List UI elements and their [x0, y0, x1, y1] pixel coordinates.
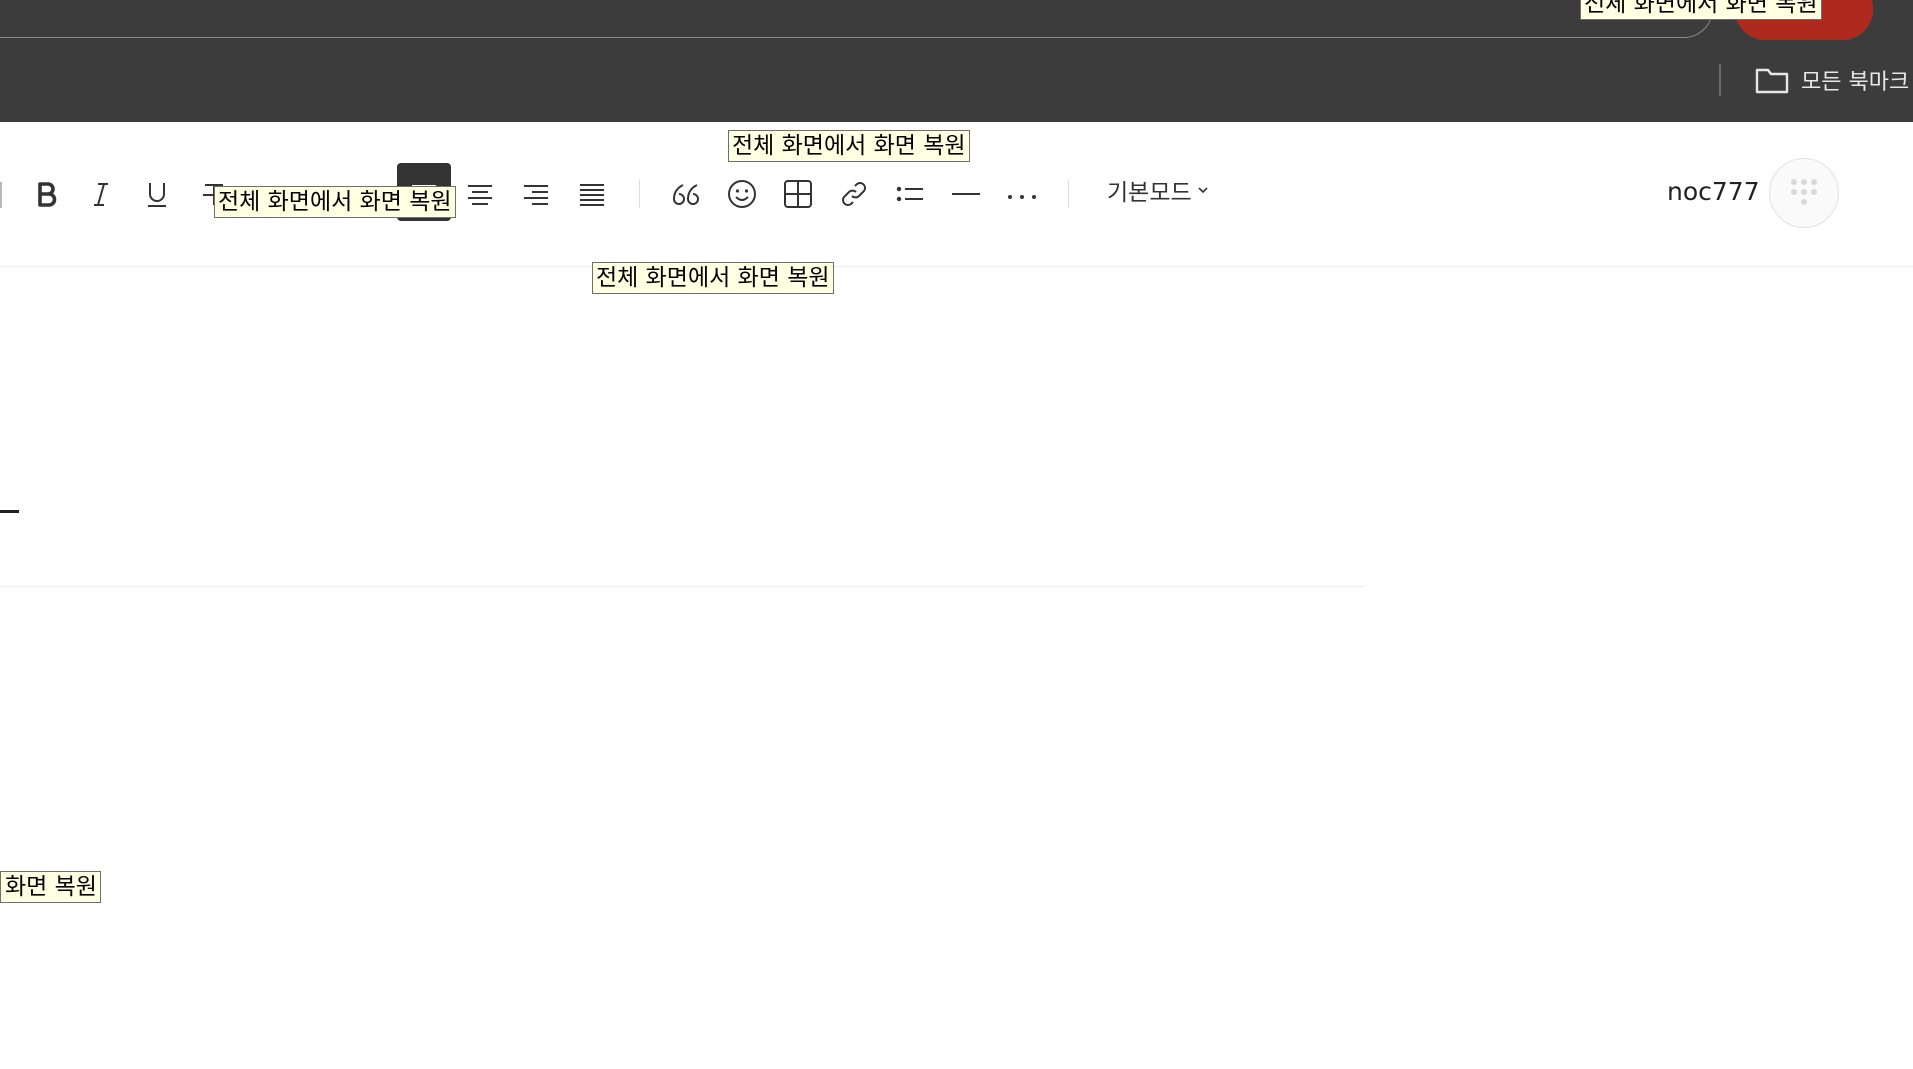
toolbar-divider: [0, 182, 2, 208]
toolbar-divider: [1068, 180, 1069, 208]
tooltip-exit-fullscreen: 전체 화면에서 화면 복원: [592, 262, 834, 294]
emoji-button[interactable]: [720, 172, 764, 216]
table-button[interactable]: [776, 172, 820, 216]
browser-window: 모든 북마크 기본모드 noc777 전체 화면에서 화면 복원 전체 화면에서…: [0, 0, 1913, 1069]
all-bookmarks-label: 모든 북마크: [1801, 70, 1910, 95]
title-divider: [0, 586, 1364, 587]
tooltip-exit-fullscreen-partial: 화면 복원: [0, 871, 101, 903]
table-icon: [784, 180, 812, 208]
text-cursor: [0, 510, 19, 513]
align-justify-button[interactable]: [570, 172, 614, 216]
address-bar[interactable]: [0, 0, 1713, 38]
link-button[interactable]: [832, 172, 876, 216]
horizontal-line-icon: [952, 193, 980, 195]
bold-icon: [38, 182, 57, 207]
align-center-icon: [468, 185, 492, 205]
avatar-placeholder-icon: [1791, 179, 1817, 205]
avatar[interactable]: [1769, 158, 1839, 228]
chevron-down-icon: [1198, 187, 1208, 194]
horizontal-rule-button[interactable]: [944, 172, 988, 216]
bold-button[interactable]: [24, 172, 68, 216]
quote-button[interactable]: [664, 172, 708, 216]
toolbar-divider: [639, 180, 640, 208]
editor-mode-label: 기본모드: [1107, 180, 1192, 206]
link-icon: [842, 182, 866, 206]
bookmarks-bar: [0, 41, 1913, 122]
italic-button[interactable]: [79, 172, 123, 216]
ellipsis-icon: [1008, 195, 1036, 199]
tooltip-exit-fullscreen: 전체 화면에서 화면 복원: [1580, 0, 1822, 20]
username: noc777: [1667, 177, 1760, 206]
quote-icon: [672, 184, 699, 205]
list-button[interactable]: [888, 172, 932, 216]
italic-icon: [94, 183, 108, 206]
underline-icon: [148, 183, 166, 207]
folder-icon: [1755, 68, 1789, 94]
more-button[interactable]: [1000, 172, 1044, 216]
align-right-button[interactable]: [514, 172, 558, 216]
all-bookmarks-folder[interactable]: 모든 북마크: [1755, 63, 1909, 97]
tooltip-exit-fullscreen: 전체 화면에서 화면 복원: [214, 186, 456, 218]
underline-button[interactable]: [135, 172, 179, 216]
tooltip-exit-fullscreen: 전체 화면에서 화면 복원: [728, 130, 970, 162]
bulleted-list-icon: [896, 186, 923, 202]
smiley-icon: [728, 180, 756, 208]
align-right-icon: [524, 185, 548, 205]
bookmarks-divider: [1719, 64, 1721, 96]
align-center-button[interactable]: [458, 172, 502, 216]
editor-mode-dropdown[interactable]: 기본모드: [1107, 175, 1210, 206]
align-justify-icon: [580, 184, 604, 206]
